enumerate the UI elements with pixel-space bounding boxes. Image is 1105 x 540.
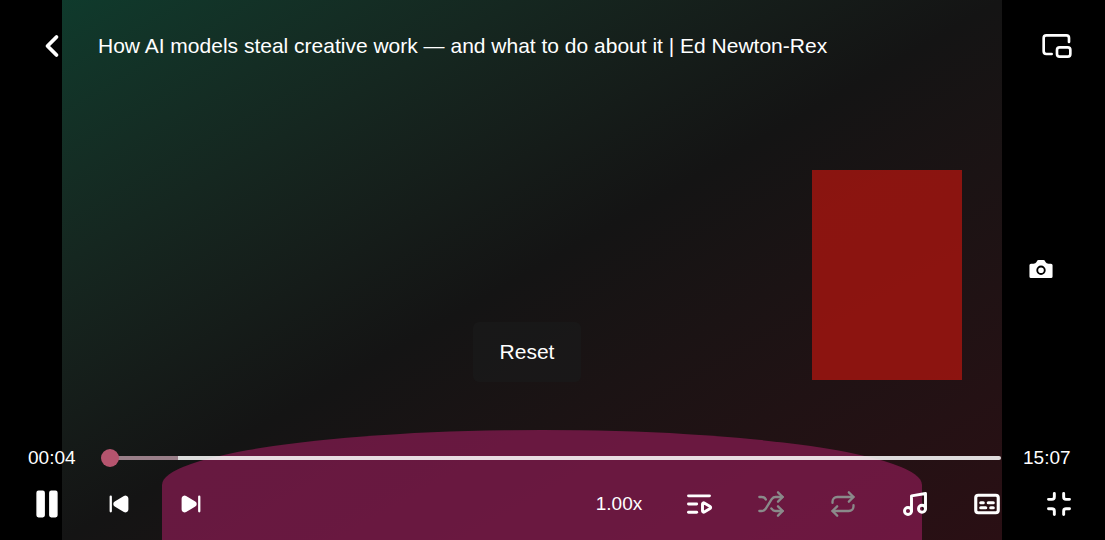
- seek-thumb[interactable]: [101, 449, 119, 467]
- exit-fullscreen-icon: [1045, 490, 1073, 518]
- bottom-controls: 00:04 15:07 1.00x: [0, 438, 1105, 540]
- camera-icon: [1026, 254, 1056, 284]
- playlist-icon: [685, 490, 713, 518]
- captions-icon: [972, 489, 1002, 519]
- skip-forward-icon: [180, 493, 202, 515]
- next-button[interactable]: [155, 479, 227, 529]
- playlist-button[interactable]: [663, 479, 735, 529]
- video-player: How AI models steal creative work — and …: [0, 0, 1105, 540]
- video-title: How AI models steal creative work — and …: [98, 32, 1039, 60]
- current-time: 00:04: [28, 444, 84, 473]
- top-bar: How AI models steal creative work — and …: [0, 0, 1105, 92]
- reset-button[interactable]: Reset: [473, 322, 581, 382]
- pause-icon: [30, 487, 64, 521]
- seek-row: 00:04 15:07: [0, 438, 1105, 478]
- back-button[interactable]: [34, 28, 70, 64]
- picture-in-picture-icon: [1041, 30, 1073, 62]
- repeat-icon: [829, 490, 857, 518]
- shuffle-button[interactable]: [735, 479, 807, 529]
- shuffle-icon: [757, 490, 785, 518]
- skip-back-icon: [108, 493, 130, 515]
- music-note-icon: [901, 490, 929, 518]
- audio-track-button[interactable]: [879, 479, 951, 529]
- repeat-button[interactable]: [807, 479, 879, 529]
- duration: 15:07: [1023, 444, 1079, 473]
- screenshot-button[interactable]: [1021, 249, 1061, 289]
- play-pause-button[interactable]: [11, 479, 83, 529]
- exit-fullscreen-button[interactable]: [1023, 479, 1095, 529]
- previous-button[interactable]: [83, 479, 155, 529]
- seek-bar[interactable]: [106, 448, 1001, 468]
- back-arrow-icon: [34, 28, 70, 64]
- speed-button[interactable]: 1.00x: [575, 479, 663, 529]
- control-row: 1.00x: [0, 478, 1105, 540]
- captions-button[interactable]: [951, 479, 1023, 529]
- pip-button[interactable]: [1039, 28, 1075, 64]
